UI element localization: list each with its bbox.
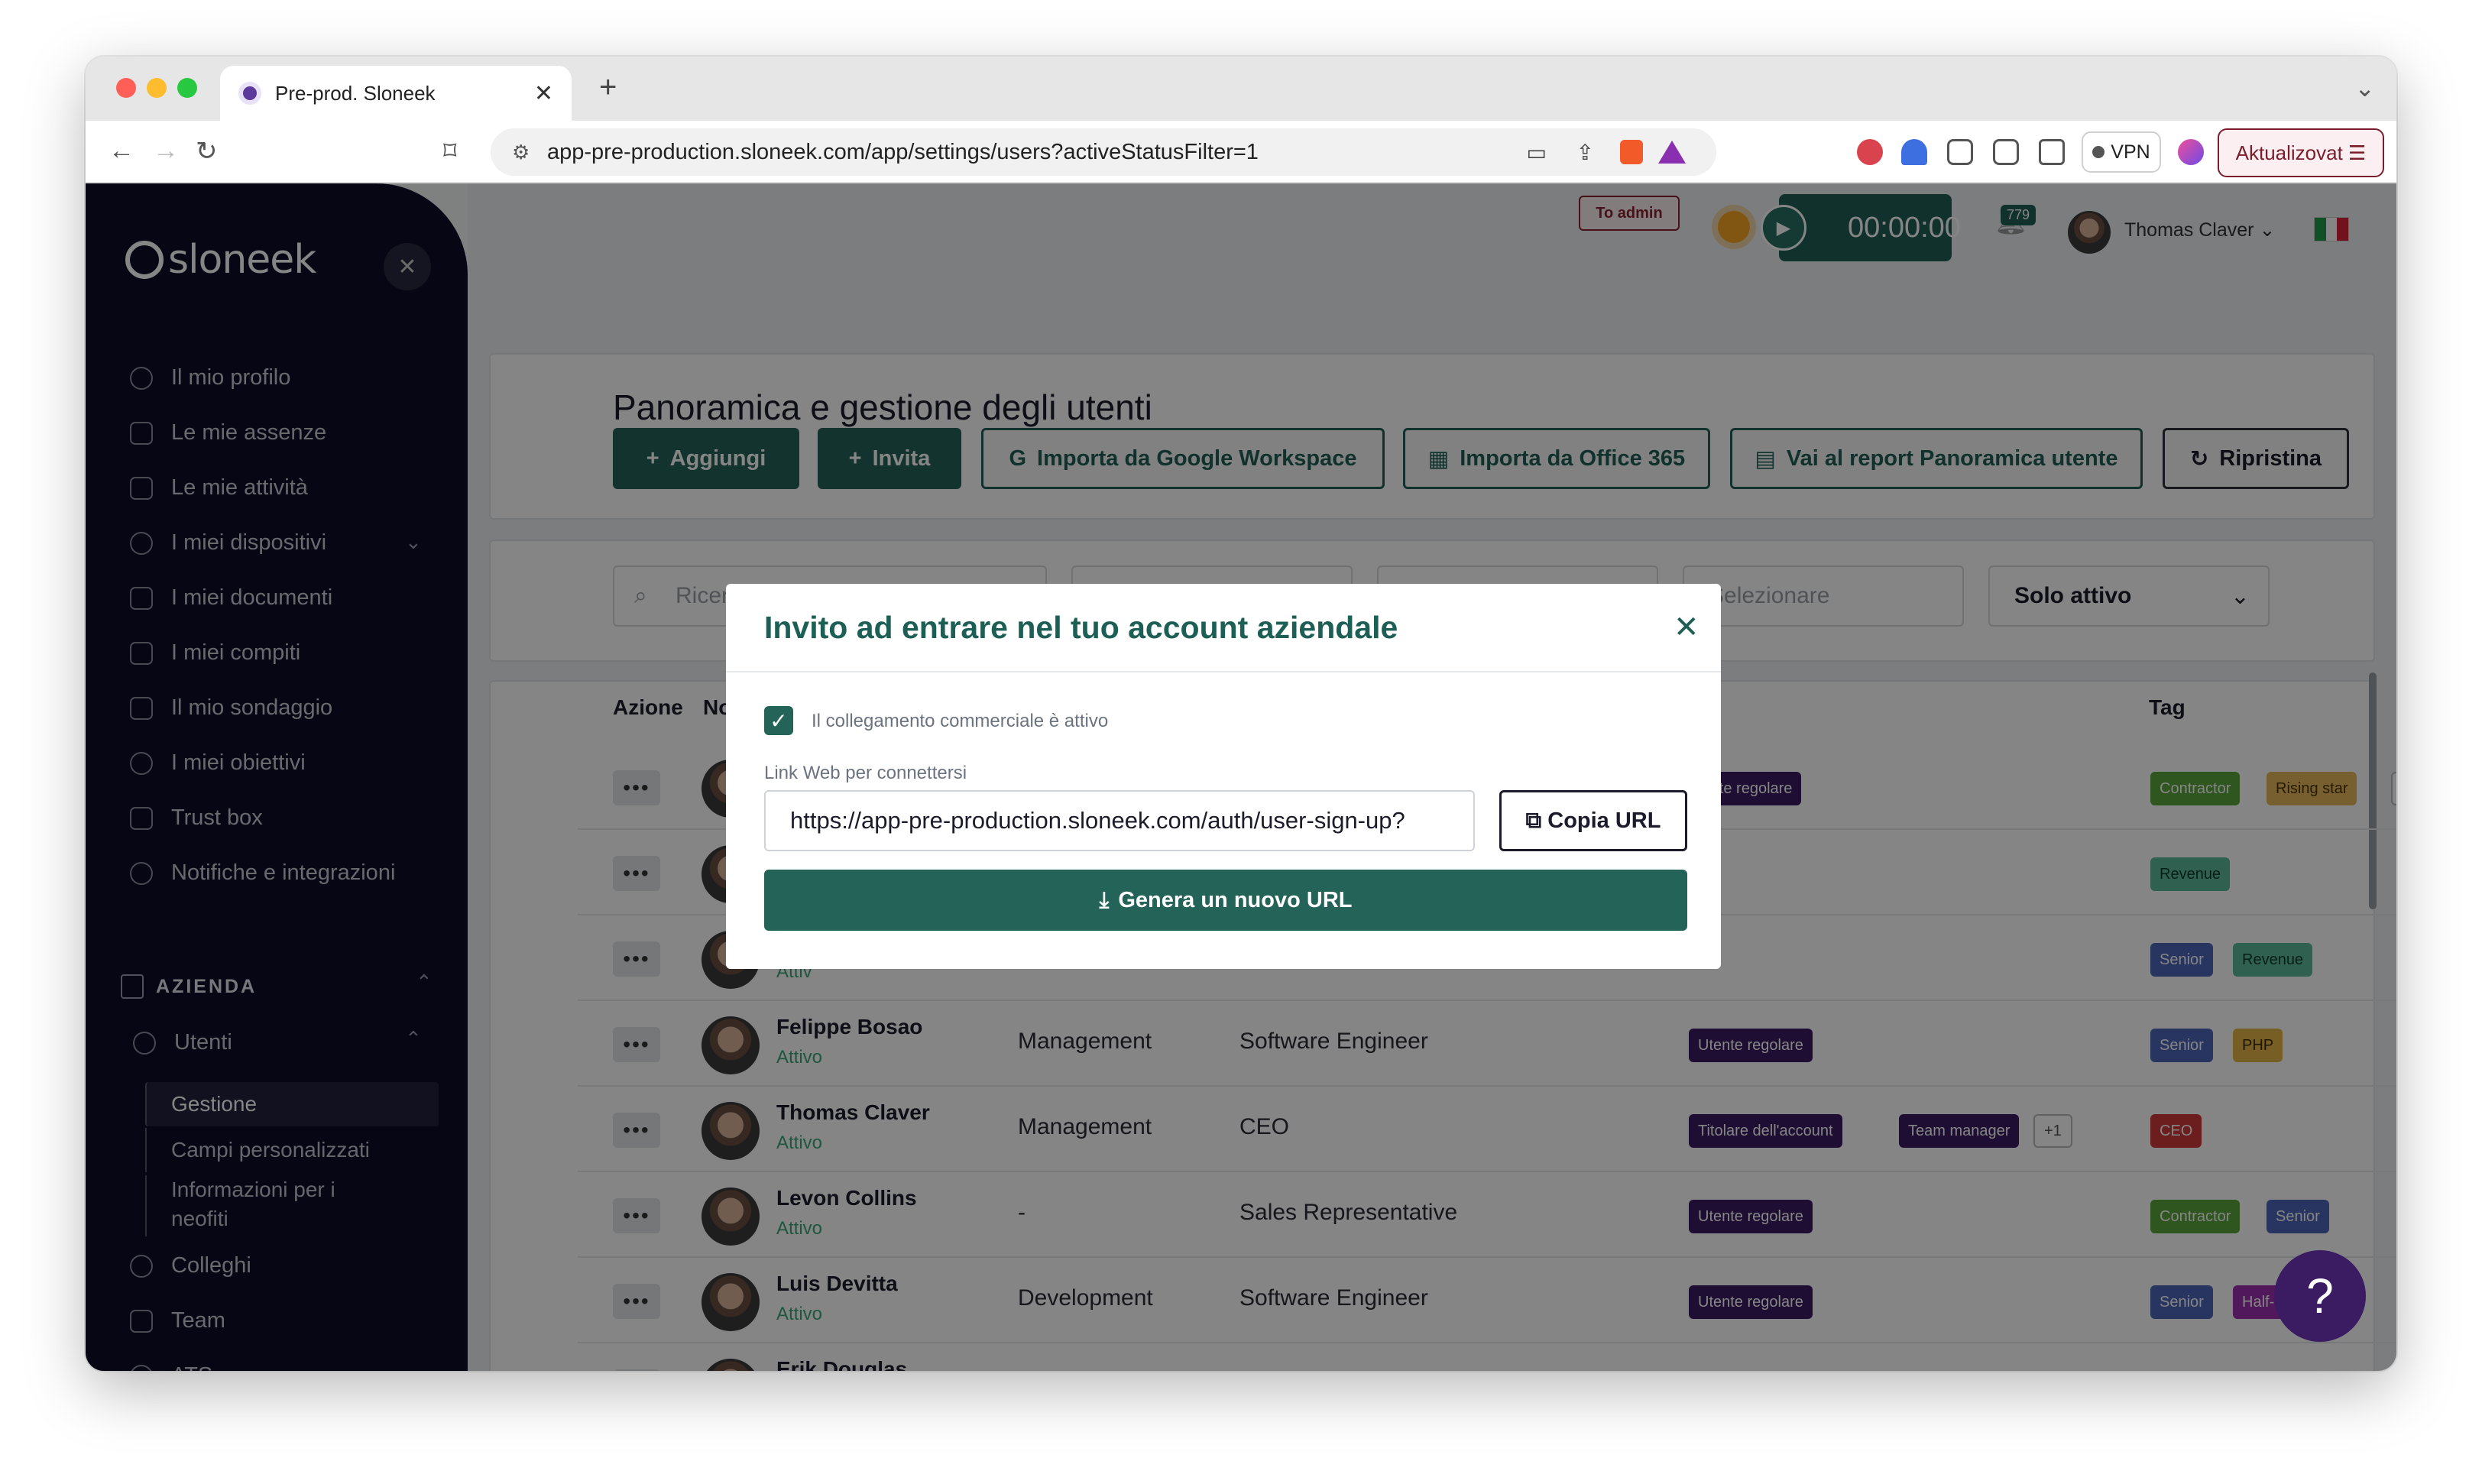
vpn-label: VPN (2111, 141, 2150, 163)
link-field-label: Link Web per connettersi (764, 763, 967, 783)
vpn-button[interactable]: VPN (2082, 131, 2161, 173)
invite-url-field[interactable]: https://app-pre-production.sloneek.com/a… (764, 790, 1475, 851)
modal-title: Invito ad entrare nel tuo account aziend… (764, 610, 1398, 645)
update-button[interactable]: Aktualizovat ☰ (2218, 128, 2384, 177)
invite-modal: Invito ad entrare nel tuo account aziend… (726, 584, 1721, 969)
link-active-checkbox[interactable]: ✓ (764, 706, 793, 735)
cast-icon[interactable]: ▭ (1527, 140, 1547, 165)
download-icon: ⤓ (1099, 887, 1110, 912)
close-tab-icon[interactable]: ✕ (534, 80, 553, 107)
sloneek-favicon-icon (238, 82, 261, 105)
generate-url-button[interactable]: ⤓ Genera un nuovo URL (764, 870, 1687, 931)
copy-icon: ⧉ (1525, 808, 1542, 833)
sidebar-toggle-icon[interactable] (1993, 139, 2019, 165)
new-tab-icon[interactable]: + (599, 70, 617, 105)
extension-icon[interactable] (1901, 139, 1927, 165)
profile-icon[interactable] (2178, 139, 2204, 165)
copy-url-button[interactable]: ⧉ Copia URL (1499, 790, 1687, 851)
button-label: Copia URL (1547, 808, 1661, 833)
forward-icon[interactable]: → (153, 136, 179, 166)
menu-icon: ☰ (2348, 141, 2367, 164)
address-bar-row: ← → ↻ ⌑ ⚙ app-pre-production.sloneek.com… (86, 121, 2396, 183)
help-button[interactable]: ? (2274, 1250, 2366, 1342)
close-window-button[interactable] (116, 78, 136, 98)
puzzle-icon[interactable] (1947, 139, 1973, 165)
url-text: app-pre-production.sloneek.com/app/setti… (547, 139, 1259, 164)
browser-tab[interactable]: Pre-prod. Sloneek ✕ (220, 66, 572, 121)
bookmark-icon[interactable]: ⌑ (443, 136, 456, 167)
update-label: Aktualizovat (2235, 141, 2343, 164)
checkbox-label: Il collegamento commerciale è attivo (812, 711, 1109, 731)
button-label: Genera un nuovo URL (1118, 887, 1353, 912)
modal-divider (726, 671, 1721, 672)
brave-shield-icon[interactable] (1620, 140, 1643, 164)
brave-rewards-icon[interactable] (1658, 141, 1686, 164)
site-settings-icon[interactable]: ⚙ (512, 141, 530, 164)
share-icon[interactable]: ⇪ (1576, 140, 1594, 165)
wallet-icon[interactable] (2039, 139, 2065, 165)
reload-icon[interactable]: ↻ (196, 136, 218, 167)
url-field[interactable]: ⚙ app-pre-production.sloneek.com/app/set… (491, 128, 1716, 176)
tab-title: Pre-prod. Sloneek (275, 81, 436, 105)
back-icon[interactable]: ← (109, 136, 134, 166)
vpn-status-icon (2092, 146, 2105, 158)
minimize-window-button[interactable] (147, 78, 167, 98)
maximize-window-button[interactable] (177, 78, 197, 98)
tab-list-chevron-icon[interactable]: ⌄ (2354, 73, 2375, 102)
browser-window: Pre-prod. Sloneek ✕ + ⌄ ← → ↻ ⌑ ⚙ app-pr… (86, 57, 2396, 1371)
tab-bar: Pre-prod. Sloneek ✕ + ⌄ (86, 57, 2396, 121)
close-icon[interactable]: ✕ (1674, 610, 1699, 645)
extension-icon[interactable] (1857, 139, 1883, 165)
